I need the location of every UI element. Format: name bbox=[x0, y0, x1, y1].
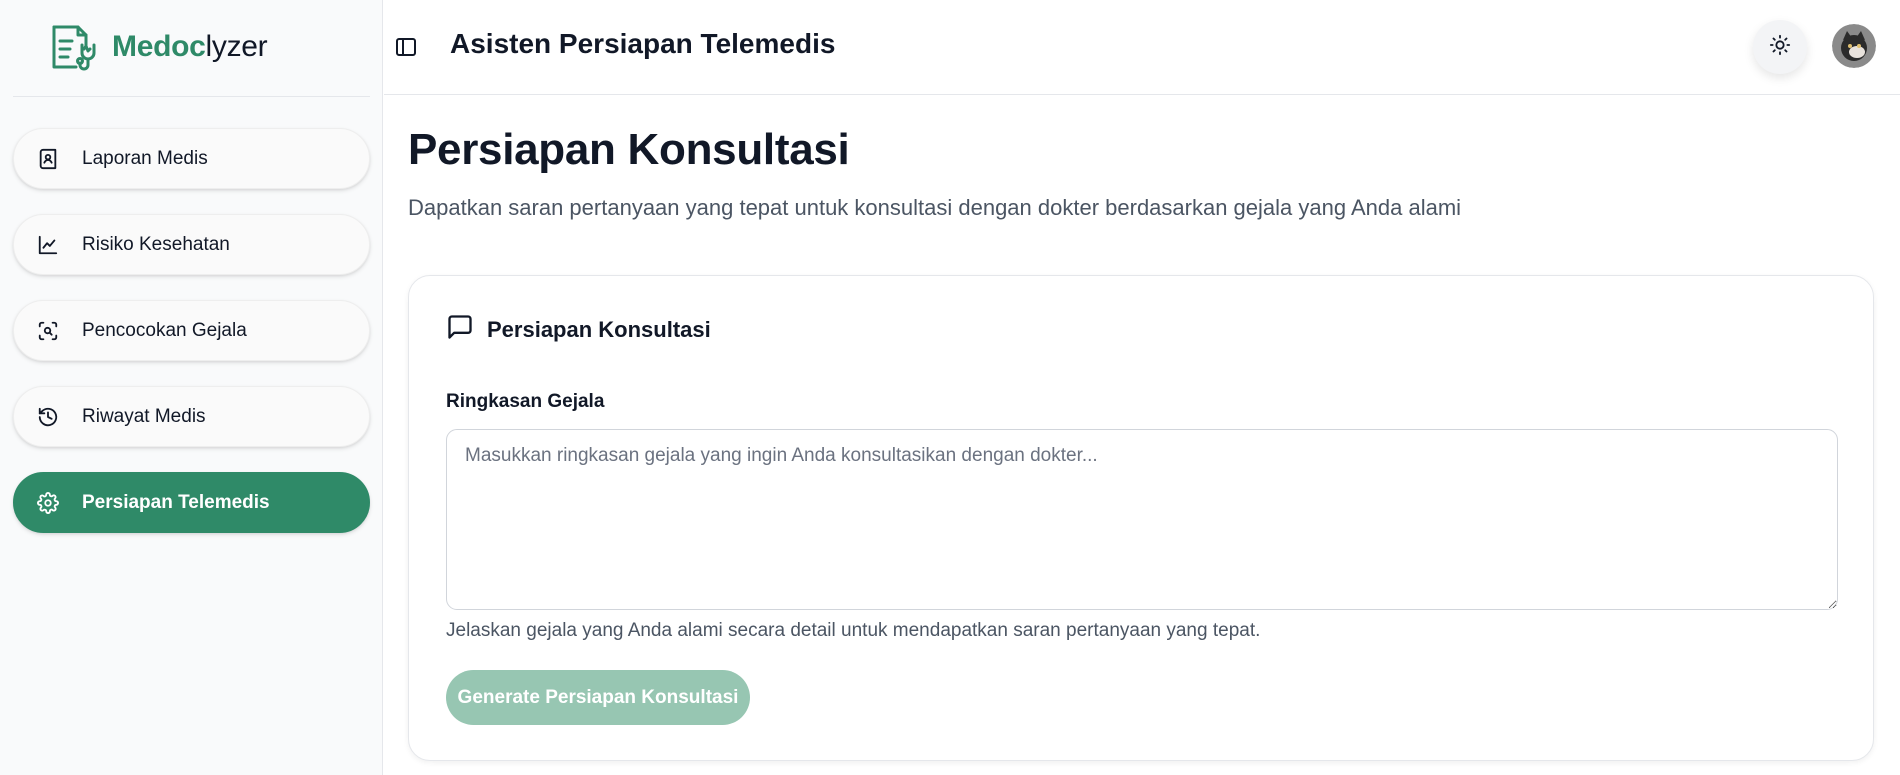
sidebar-nav: Laporan Medis Risiko Kesehatan Pencocoka… bbox=[13, 128, 370, 533]
consultation-card: Persiapan Konsultasi Ringkasan Gejala Je… bbox=[408, 275, 1874, 761]
theme-toggle-button[interactable] bbox=[1753, 20, 1807, 74]
sidebar-divider bbox=[13, 96, 370, 97]
sidebar-toggle-icon[interactable] bbox=[394, 35, 418, 59]
sidebar-item-riwayat-medis[interactable]: Riwayat Medis bbox=[13, 386, 370, 447]
scan-search-icon bbox=[37, 320, 59, 342]
medical-report-stethoscope-icon bbox=[44, 19, 100, 75]
history-icon bbox=[37, 406, 59, 428]
gear-icon bbox=[37, 491, 59, 514]
report-icon bbox=[37, 148, 59, 170]
avatar[interactable] bbox=[1832, 24, 1876, 68]
card-title: Persiapan Konsultasi bbox=[487, 316, 711, 342]
sidebar-item-label: Pencocokan Gejala bbox=[82, 319, 247, 341]
sidebar-item-laporan-medis[interactable]: Laporan Medis bbox=[13, 128, 370, 189]
sidebar: Medoclyzer Laporan Medis Risiko Kesehata… bbox=[0, 0, 383, 775]
page-heading: Asisten Persiapan Telemedis bbox=[450, 28, 836, 59]
sidebar-item-pencocokan-gejala[interactable]: Pencocokan Gejala bbox=[13, 300, 370, 361]
symptom-summary-label: Ringkasan Gejala bbox=[446, 391, 605, 412]
sidebar-item-label: Riwayat Medis bbox=[82, 405, 206, 427]
main-subtitle: Dapatkan saran pertanyaan yang tepat unt… bbox=[408, 195, 1462, 220]
brand[interactable]: Medoclyzer bbox=[44, 18, 268, 76]
topbar: Asisten Persiapan Telemedis bbox=[384, 0, 1900, 95]
sidebar-item-label: Laporan Medis bbox=[82, 147, 208, 169]
generate-consultation-button[interactable]: Generate Persiapan Konsultasi bbox=[446, 670, 750, 725]
message-square-icon bbox=[446, 313, 474, 346]
sidebar-item-label: Risiko Kesehatan bbox=[82, 233, 230, 255]
sidebar-item-label: Persiapan Telemedis bbox=[82, 491, 270, 513]
line-chart-icon bbox=[37, 234, 59, 256]
card-header: Persiapan Konsultasi bbox=[446, 313, 711, 346]
sun-icon bbox=[1769, 34, 1791, 61]
sidebar-item-persiapan-telemedis[interactable]: Persiapan Telemedis bbox=[13, 472, 370, 533]
main-title: Persiapan Konsultasi bbox=[408, 125, 850, 174]
symptom-summary-helper: Jelaskan gejala yang Anda alami secara d… bbox=[446, 620, 1261, 641]
symptom-summary-input[interactable] bbox=[446, 429, 1838, 610]
brand-name: Medoclyzer bbox=[112, 30, 268, 63]
sidebar-item-risiko-kesehatan[interactable]: Risiko Kesehatan bbox=[13, 214, 370, 275]
